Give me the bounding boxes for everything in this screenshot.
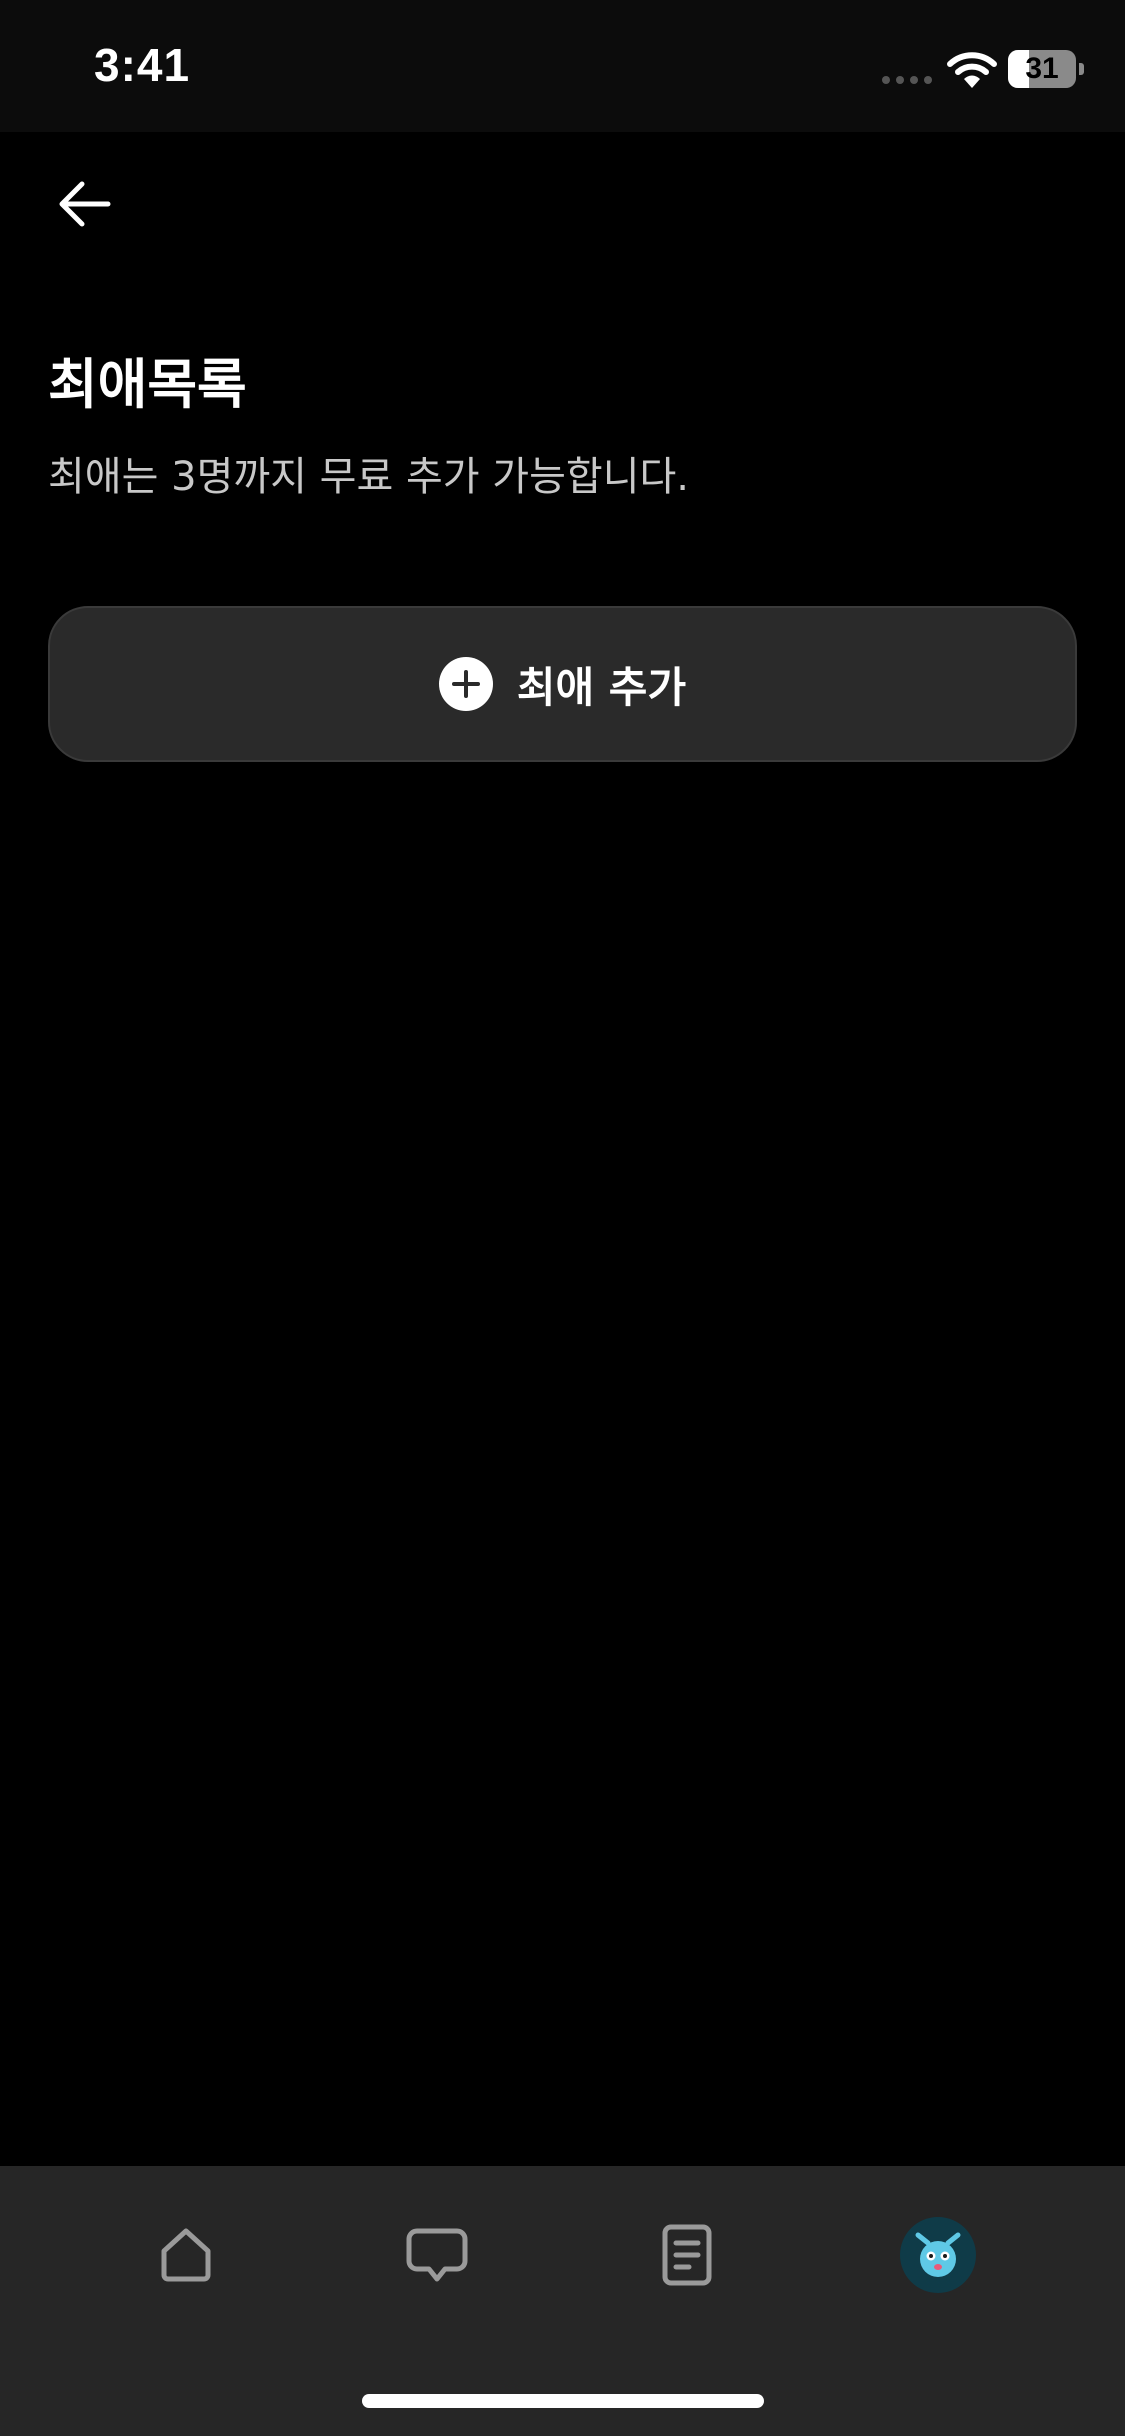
avatar (900, 2217, 976, 2293)
page-title: 최애목록 (48, 353, 247, 416)
arrow-left-icon (59, 181, 111, 227)
battery-icon: 31 (1008, 50, 1084, 88)
home-icon (161, 2228, 211, 2282)
page-subtitle: 최애는 3명까지 무료 추가 가능합니다. (48, 454, 690, 500)
wifi-icon (947, 52, 997, 88)
status-time: 3:41 (94, 39, 191, 91)
battery-level: 31 (1025, 52, 1059, 85)
tab-profile[interactable] (893, 2210, 983, 2300)
home-indicator (362, 2394, 764, 2408)
chat-bubble-icon (406, 2228, 468, 2282)
cellular-signal-icon (882, 76, 932, 84)
tab-notes[interactable] (642, 2210, 732, 2300)
plus-circle-icon (438, 657, 493, 711)
document-icon (662, 2224, 712, 2286)
avatar-icon (915, 2232, 961, 2277)
status-bar: 3:41 31 (0, 0, 1125, 132)
tab-chat[interactable] (392, 2210, 482, 2300)
back-button[interactable] (48, 168, 120, 240)
tab-home[interactable] (141, 2210, 231, 2300)
add-favorite-button[interactable]: 최애 추가 (48, 606, 1077, 762)
add-favorite-label: 최애 추가 (516, 662, 687, 712)
